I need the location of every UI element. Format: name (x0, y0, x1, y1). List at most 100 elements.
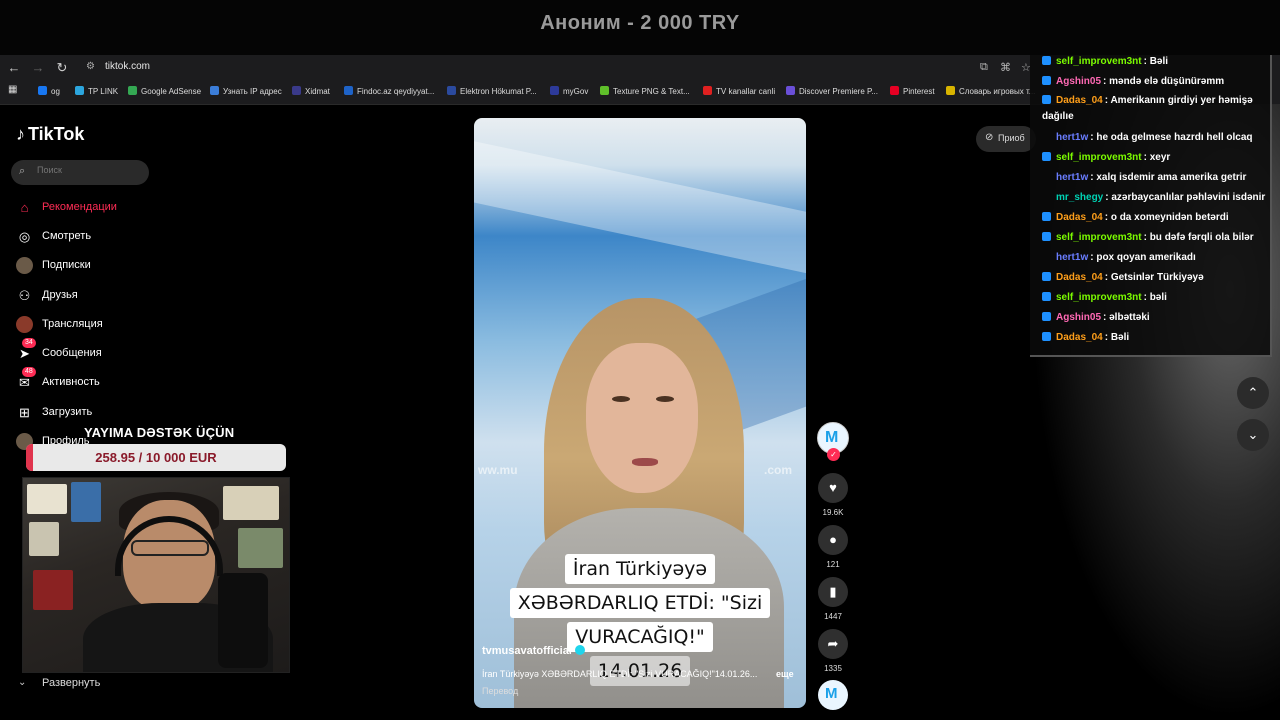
chat-message: mr_shegy: azərbaycanlılar pəhləvini isdə… (1042, 189, 1270, 206)
sticker-wall (223, 486, 279, 520)
sidebar-item[interactable]: ➤ 34 Сообщения (16, 338, 156, 364)
sidebar-item-label: Активность (42, 376, 100, 388)
bookmark-label: Pinterest (903, 87, 935, 96)
chat-text: xeyr (1149, 152, 1171, 163)
forward-icon[interactable]: → (29, 59, 47, 77)
chat-text: bu dəfə fərqli ola bilər (1149, 232, 1254, 243)
bookmark-favicon-icon (946, 86, 955, 95)
sidebar-item[interactable]: ⚇ Друзья (16, 286, 156, 306)
music-disc[interactable]: M (818, 680, 848, 710)
chair-red (33, 570, 73, 610)
follow-check-icon[interactable]: ✓ (827, 448, 840, 461)
bookmark-item[interactable]: Findoc.az qeydiyyat... (344, 86, 434, 96)
search-input[interactable] (37, 165, 142, 175)
like-action[interactable]: ♥ 19.6K (817, 473, 849, 517)
bookmark-item[interactable]: Узнать IP адрес (210, 86, 282, 96)
address-bar[interactable]: tiktok.com (105, 61, 150, 72)
sidebar-item-label: Друзья (42, 289, 78, 301)
chat-username: Agshin05 (1056, 76, 1102, 87)
app-icon: ⊘ (985, 132, 994, 143)
chat-text: bəli (1149, 292, 1167, 303)
comment-count: 121 (826, 560, 840, 569)
bookmark-item[interactable]: TV kanallar canli (703, 86, 775, 96)
bookmark-favicon-icon (128, 86, 137, 95)
chat-message: hert1w: pox qoyan amerikadı (1042, 249, 1270, 266)
bookmark-item[interactable]: Xidmat (292, 86, 330, 96)
tiktok-logo[interactable]: ♪ TikTok (16, 124, 84, 145)
verified-icon (574, 645, 585, 655)
translate-link[interactable]: Перевод (482, 686, 518, 696)
back-icon[interactable]: ← (5, 59, 23, 77)
save-action[interactable]: ▮ 1447 (817, 577, 849, 621)
chat-username: self_improvem3nt (1056, 292, 1142, 303)
expand-button[interactable]: ⌄ Развернуть (18, 677, 138, 691)
chat-message: Dadas_04: Bəli (1042, 329, 1270, 346)
bookmark-label: Xidmat (305, 87, 330, 96)
next-video-button[interactable]: ⌄ (1237, 419, 1269, 451)
translate-icon[interactable]: ⌘ (1000, 61, 1011, 74)
site-info-icon[interactable]: ⚙ (86, 61, 95, 72)
chat-message: Dadas_04: Amerikanın girdiyi yer həmişə … (1042, 93, 1270, 125)
chat-username: hert1w (1056, 172, 1089, 183)
bookmark-item[interactable]: Texture PNG & Text... (600, 86, 690, 96)
sidebar-item[interactable]: ⊞ Загрузить (16, 403, 156, 423)
bookmark-favicon-icon (75, 86, 84, 95)
chat-message: self_improvem3nt: Bəli (1042, 55, 1270, 70)
presenter-face (586, 343, 698, 493)
chat-text: Getsinlər Türkiyəyə (1110, 272, 1204, 283)
chat-message: hert1w: xalq isdemir ama amerika getrir (1042, 169, 1270, 186)
creator-avatar[interactable]: M ✓ (817, 422, 849, 461)
bookmark-label: Discover Premiere P... (799, 87, 878, 96)
sidebar-item-label: Рекомендации (42, 201, 117, 213)
install-icon[interactable]: ⧉ (980, 61, 988, 74)
chat-text: o da xomeynidən betərdi (1110, 212, 1229, 223)
bookmark-item[interactable]: myGov (550, 86, 588, 96)
subscriber-badge-icon (1042, 95, 1051, 104)
save-count: 1447 (824, 612, 842, 621)
bookmark-item[interactable]: Словарь игровых т... (946, 86, 1035, 96)
chat-message: hert1w: he oda gelmese hazrdı hell olcaq (1042, 129, 1270, 146)
bookmark-item[interactable]: Pinterest (890, 86, 935, 96)
sidebar-item[interactable]: Подписки (16, 256, 156, 276)
webcam-overlay (22, 477, 290, 673)
more-link[interactable]: еще (776, 669, 794, 679)
live-avatar-icon (16, 316, 33, 333)
caption-line: İran Türkiyəyə (474, 554, 806, 584)
apps-grid-icon[interactable]: ▦ (8, 84, 17, 95)
chat-username: self_improvem3nt (1056, 232, 1142, 243)
chat-text: pox qoyan amerikadı (1096, 252, 1196, 263)
bookmark-label: Texture PNG & Text... (613, 87, 690, 96)
bookmark-item[interactable]: TP LINK (75, 86, 118, 96)
bookmark-item[interactable]: Elektron Hökumat P... (447, 86, 537, 96)
chevron-down-icon: ⌄ (18, 677, 27, 688)
share-action[interactable]: ➦ 1335 (817, 629, 849, 673)
sidebar-item[interactable]: ◎ Смотреть (16, 227, 156, 247)
sidebar-item[interactable]: ✉ 48 Активность (16, 367, 156, 393)
caption-line: XƏBƏRDARLIQ ETDİ: "Sizi (474, 588, 806, 618)
subscriber-badge-icon (1042, 152, 1051, 161)
comment-action[interactable]: ● 121 (817, 525, 849, 569)
bookmark-label: Словарь игровых т... (959, 87, 1036, 96)
sidebar-item[interactable]: ⌂ Рекомендации (16, 198, 156, 218)
chat-text: Bəli (1149, 56, 1169, 67)
bookmark-favicon-icon (786, 86, 795, 95)
bookmark-label: Findoc.az qeydiyyat... (357, 87, 435, 96)
previous-video-button[interactable]: ⌃ (1237, 377, 1269, 409)
screen: Аноним - 2 000 TRY ← → ↻ ⚙ tiktok.com ⧉ … (0, 0, 1280, 720)
chat-text: əlbəttəki (1109, 312, 1150, 323)
chat-username: self_improvem3nt (1056, 152, 1142, 163)
share-icon: ➦ (818, 629, 848, 659)
bookmark-item[interactable]: Google AdSense (128, 86, 201, 96)
tiktok-note-icon: ♪ (16, 124, 25, 144)
sidebar-item[interactable]: Трансляция (16, 315, 156, 335)
bookmark-item[interactable]: og (38, 86, 60, 96)
search-box[interactable]: ⌕ (11, 160, 149, 185)
bookmark-item[interactable]: Discover Premiere P... (786, 86, 878, 96)
video-player[interactable]: ww.mu .com İran Türkiyəyə XƏBƏRDARLIQ ET… (474, 118, 806, 708)
get-app-button[interactable]: ⊘ Приоб (976, 126, 1036, 152)
donation-alert-title: Аноним - 2 000 TRY (540, 12, 740, 34)
presenter-mouth (632, 458, 658, 466)
reload-icon[interactable]: ↻ (53, 59, 71, 77)
bookmark-favicon-icon (210, 86, 219, 95)
video-author[interactable]: tvmusavatofficial (482, 645, 585, 657)
